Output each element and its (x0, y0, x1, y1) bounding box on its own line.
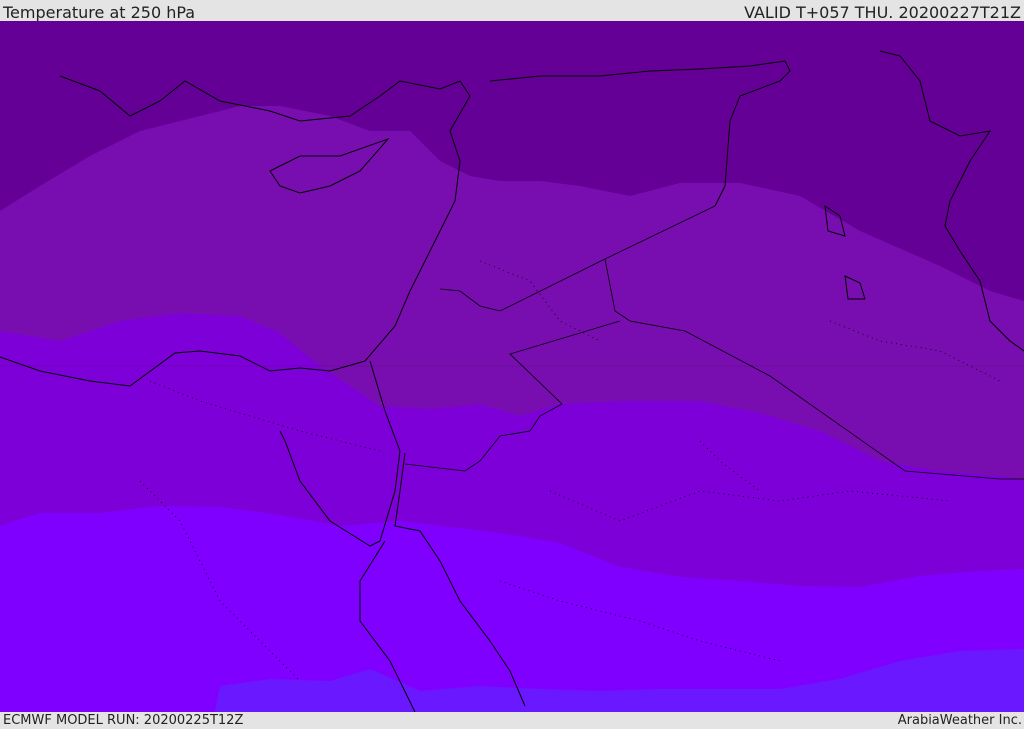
header-bar: Temperature at 250 hPa VALID T+057 THU. … (0, 0, 1024, 22)
brand-label: ArabiaWeather Inc. (897, 713, 1022, 728)
footer-bar: ECMWF MODEL RUN: 20200225T12Z ArabiaWeat… (0, 712, 1024, 729)
model-run: ECMWF MODEL RUN: 20200225T12Z (3, 713, 244, 728)
temperature-map (0, 21, 1024, 712)
map-title: Temperature at 250 hPa (3, 3, 196, 22)
valid-time: VALID T+057 THU. 20200227T21Z (744, 3, 1021, 22)
